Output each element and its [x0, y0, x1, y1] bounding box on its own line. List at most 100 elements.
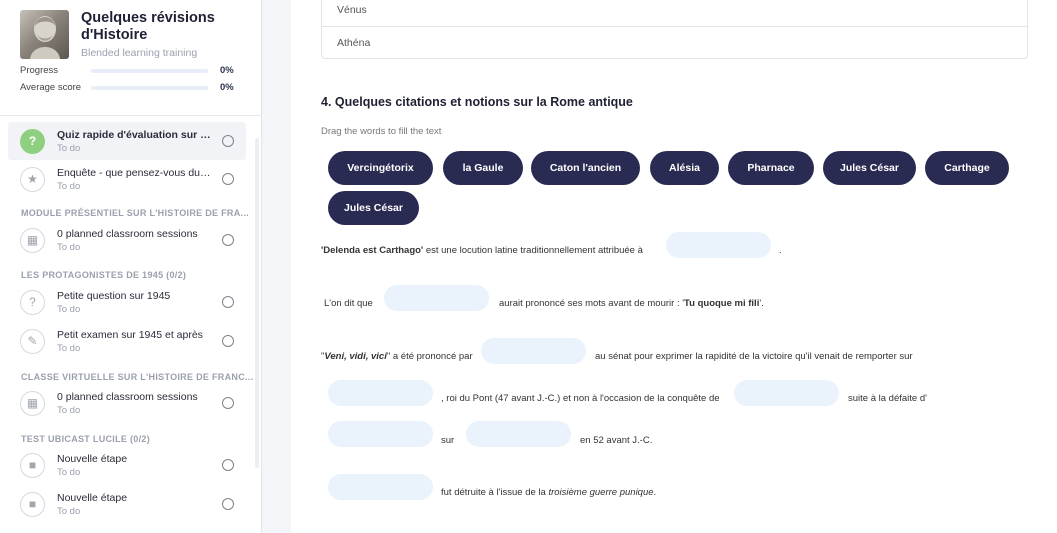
step-radio[interactable] — [222, 296, 234, 308]
step-status: To do — [57, 241, 81, 253]
sentence-fragment: L'on dit que — [324, 298, 373, 309]
step-title: Enquête - que pensez-vous du 1... — [57, 166, 213, 179]
word-chip-alesia[interactable]: Alésia — [650, 151, 719, 185]
course-header: Quelques révisions d'Histoire Blended le… — [0, 0, 261, 116]
step-radio[interactable] — [222, 498, 234, 510]
step-item-question-1945[interactable]: ? Petite question sur 1945 To do — [8, 283, 246, 321]
step-title: 0 planned classroom sessions — [57, 227, 198, 240]
sentence-quote: Veni, vidi, vici — [324, 351, 387, 362]
sentence-text: "Veni, vidi, vici" a été prononcé par — [321, 351, 473, 362]
step-item-virtual-class[interactable]: ▦ 0 planned classroom sessions To do — [8, 384, 246, 422]
step-radio[interactable] — [222, 397, 234, 409]
video-icon: ■ — [20, 491, 45, 517]
sentence-quote: 'Delenda est Carthago' — [321, 245, 424, 256]
step-item-new-step-2[interactable]: ■ Nouvelle étape To do — [8, 485, 246, 523]
question-icon: ? — [20, 128, 45, 154]
average-score-label: Average score — [20, 82, 82, 93]
step-status: To do — [57, 466, 81, 478]
step-radio[interactable] — [222, 234, 234, 246]
drop-zone[interactable] — [666, 232, 771, 258]
word-chip-jules-cesar-2[interactable]: Jules César — [328, 191, 419, 225]
sentence-fragment: , roi du Pont (47 avant J.-C.) et non à … — [441, 393, 720, 404]
sentence-emphasis: troisième guerre punique — [548, 487, 654, 498]
step-status: To do — [57, 505, 81, 517]
average-score-bar — [91, 85, 208, 90]
drop-zone[interactable] — [328, 380, 433, 406]
sentence-text: 'Delenda est Carthago' est une locution … — [321, 245, 643, 256]
step-status: To do — [57, 404, 81, 416]
question-instruction: Drag the words to fill the text — [321, 126, 442, 137]
sentence-fragment: aurait prononcé ses mots avant de mourir… — [499, 298, 685, 309]
question-title: 4. Quelques citations et notions sur la … — [321, 95, 633, 109]
step-list: ? Quiz rapide d'évaluation sur l'... To … — [0, 116, 261, 533]
average-score-value: 0% — [220, 82, 234, 93]
step-title: Petite question sur 1945 — [57, 289, 171, 302]
step-radio[interactable] — [222, 459, 234, 471]
calendar-icon: ▦ — [20, 390, 45, 416]
sentence-text: aurait prononcé ses mots avant de mourir… — [499, 298, 764, 309]
average-score-row: Average score 0% — [20, 82, 247, 93]
sentence-fragment: fut détruite à l'issue de la — [441, 487, 549, 498]
step-radio[interactable] — [222, 173, 234, 185]
course-thumbnail — [20, 10, 69, 59]
sidebar: Quelques révisions d'Histoire Blended le… — [0, 0, 262, 533]
word-chip-jules-cesar[interactable]: Jules César — [823, 151, 916, 185]
drop-zone[interactable] — [734, 380, 839, 406]
step-item-classroom[interactable]: ▦ 0 planned classroom sessions To do — [8, 221, 246, 259]
sentence-fragment: . — [779, 245, 782, 256]
step-title: Quiz rapide d'évaluation sur l'... — [57, 128, 213, 141]
question-text: Quelques citations et notions sur la Rom… — [334, 95, 633, 109]
drop-zone[interactable] — [328, 474, 433, 500]
sidebar-scrollbar[interactable] — [255, 138, 259, 468]
star-icon: ★ — [20, 166, 45, 192]
drop-zone[interactable] — [384, 285, 489, 311]
step-title: 0 planned classroom sessions — [57, 390, 198, 403]
step-title: Nouvelle étape — [57, 452, 128, 465]
quiz-content: Vénus Athéna 4. Quelques citations et no… — [291, 0, 1057, 533]
answer-option[interactable]: Athéna — [321, 26, 1028, 59]
question-number: 4. — [321, 95, 332, 109]
step-item-quiz[interactable]: ? Quiz rapide d'évaluation sur l'... To … — [8, 122, 246, 160]
drop-zone[interactable] — [328, 421, 433, 447]
step-title: Nouvelle étape — [57, 491, 128, 504]
answer-option[interactable]: Vénus — [321, 0, 1028, 27]
step-status: To do — [57, 342, 81, 354]
calendar-icon: ▦ — [20, 227, 45, 253]
progress-bar — [91, 68, 208, 73]
sentence-fragment: en 52 avant J.-C. — [580, 435, 653, 446]
sentence-fragment: '. — [759, 298, 764, 309]
sentence-fragment: sur — [441, 435, 455, 446]
drop-zone[interactable] — [481, 338, 586, 364]
step-status: To do — [57, 303, 81, 315]
video-icon: ■ — [20, 452, 45, 478]
step-item-new-step-1[interactable]: ■ Nouvelle étape To do — [8, 446, 246, 484]
section-header: MODULE PRÉSENTIEL SUR L'HISTOIRE DE FRA.… — [21, 208, 249, 218]
word-chip-carthage[interactable]: Carthage — [925, 151, 1009, 185]
pencil-icon: ✎ — [20, 328, 45, 354]
sentence-fragment: " a été prononcé par — [386, 351, 473, 362]
word-chip-caton[interactable]: Caton l'ancien — [531, 151, 640, 185]
progress-row: Progress 0% — [20, 65, 247, 76]
sentence-text: fut détruite à l'issue de la troisième g… — [441, 487, 656, 498]
sentence-fragment: au sénat pour exprimer la rapidité de la… — [595, 351, 913, 362]
progress-label: Progress — [20, 65, 59, 76]
section-header: LES PROTAGONISTES DE 1945 (0/2) — [21, 270, 187, 280]
word-chip-la-gaule[interactable]: la Gaule — [443, 151, 523, 185]
sentence-fragment: . — [653, 487, 657, 498]
question-icon: ? — [20, 289, 45, 315]
step-title: Petit examen sur 1945 et après — [57, 328, 203, 341]
sentence-quote: Tu quoque mi fili — [684, 298, 760, 309]
sentence-fragment: est une locution latine traditionnelleme… — [423, 245, 643, 256]
step-radio[interactable] — [222, 135, 234, 147]
drop-zone[interactable] — [466, 421, 571, 447]
step-item-exam-1945[interactable]: ✎ Petit examen sur 1945 et après To do — [8, 322, 246, 360]
step-status: To do — [57, 142, 81, 154]
word-chip-vercingetorix[interactable]: Vercingétorix — [328, 151, 433, 185]
course-title: Quelques révisions d'Histoire — [81, 10, 215, 43]
step-radio[interactable] — [222, 335, 234, 347]
step-item-survey[interactable]: ★ Enquête - que pensez-vous du 1... To d… — [8, 160, 246, 198]
progress-value: 0% — [220, 65, 234, 76]
section-header: CLASSE VIRTUELLE SUR L'HISTOIRE DE FRANC… — [21, 372, 254, 382]
course-subtitle: Blended learning training — [81, 47, 198, 59]
word-chip-pharnace[interactable]: Pharnace — [728, 151, 814, 185]
